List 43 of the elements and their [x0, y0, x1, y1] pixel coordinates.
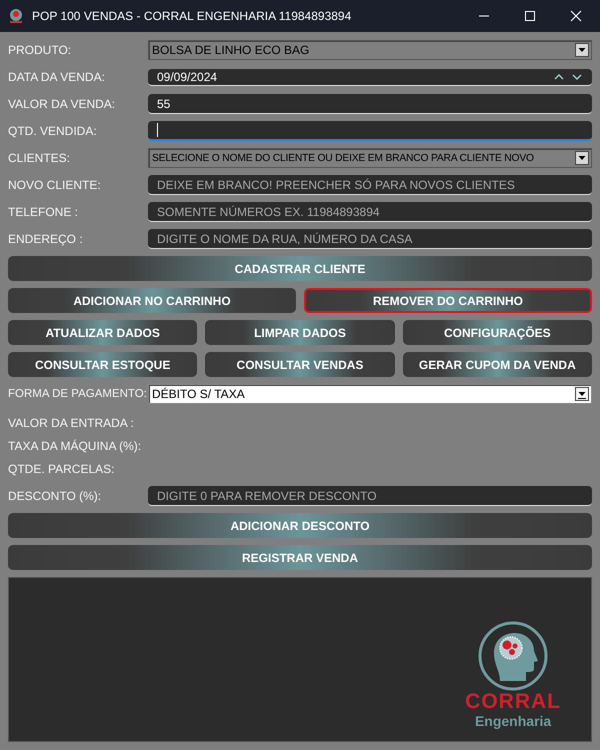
input-field[interactable]: 55 [148, 94, 592, 114]
spin-up-icon[interactable] [553, 72, 565, 82]
field-label: FORMA DE PAGAMENTO: [8, 388, 148, 400]
field-label: CLIENTES: [8, 151, 72, 165]
action-button[interactable]: LIMPAR DADOS [205, 320, 395, 345]
action-button[interactable]: ADICIONAR NO CARRINHO [8, 288, 296, 313]
field-label: QTDE. PARCELAS: [8, 461, 116, 477]
action-button[interactable]: ADICIONAR DESCONTO [8, 513, 592, 538]
window-title: POP 100 VENDAS - CORRAL ENGENHARIA 11984893894 [32, 9, 352, 23]
date-field[interactable]: 09/09/2024 [148, 68, 592, 86]
input-field[interactable]: DIGITE 0 PARA REMOVER DESCONTO [148, 486, 592, 506]
app-logo-icon [8, 8, 24, 24]
close-icon[interactable] [570, 10, 582, 22]
dropdown[interactable]: DÉBITO S/ TAXA [148, 384, 592, 404]
logo-text: CORRAL [465, 691, 561, 713]
head-gears-logo-icon [478, 621, 548, 691]
action-button[interactable]: CONSULTAR ESTOQUE [8, 352, 198, 377]
action-button[interactable]: CADASTRAR CLIENTE [8, 256, 592, 281]
field-label: DATA DA VENDA: [8, 70, 106, 84]
action-button[interactable]: REMOVER DO CARRINHO [304, 288, 592, 313]
input-field[interactable]: DIGITE O NOME DA RUA, NÚMERO DA CASA [148, 229, 592, 249]
maximize-icon[interactable] [524, 10, 536, 22]
field-label: VALOR DA VENDA: [8, 97, 116, 111]
field-label: VALOR DA ENTRADA : [8, 415, 135, 431]
action-button[interactable]: ATUALIZAR DADOS [8, 320, 198, 345]
input-field[interactable] [148, 121, 592, 141]
dropdown[interactable]: SELECIONE O NOME DO CLIENTE OU DEIXE EM BRANCO PARA CLIENTE NOVO [148, 148, 592, 168]
action-button[interactable]: GERAR CUPOM DA VENDA [402, 352, 592, 377]
input-field[interactable]: SOMENTE NÚMEROS EX. 11984893894 [148, 202, 592, 222]
spin-down-icon[interactable] [571, 72, 583, 82]
input-field[interactable]: DEIXE EM BRANCO! PREENCHER SÓ PARA NOVOS CLIENTES [148, 175, 592, 195]
action-button[interactable]: CONSULTAR VENDAS [205, 352, 395, 377]
logo-subtitle: Engenharia [474, 713, 552, 729]
field-label: TELEFONE : [8, 205, 80, 219]
field-label: ENDEREÇO : [8, 232, 84, 246]
dropdown[interactable]: BOLSA DE LINHO ECO BAG [148, 40, 592, 60]
field-label: NOVO CLIENTE: [8, 178, 102, 192]
field-label: QTD. VENDIDA: [8, 124, 98, 138]
action-button[interactable]: CONFIGURAÇÕES [402, 320, 592, 345]
field-label: DESCONTO (%): [8, 489, 102, 503]
field-label: TAXA DA MÁQUINA (%): [8, 438, 142, 454]
field-label: PRODUTO: [8, 43, 72, 57]
action-button[interactable]: REGISTRAR VENDA [8, 545, 592, 570]
